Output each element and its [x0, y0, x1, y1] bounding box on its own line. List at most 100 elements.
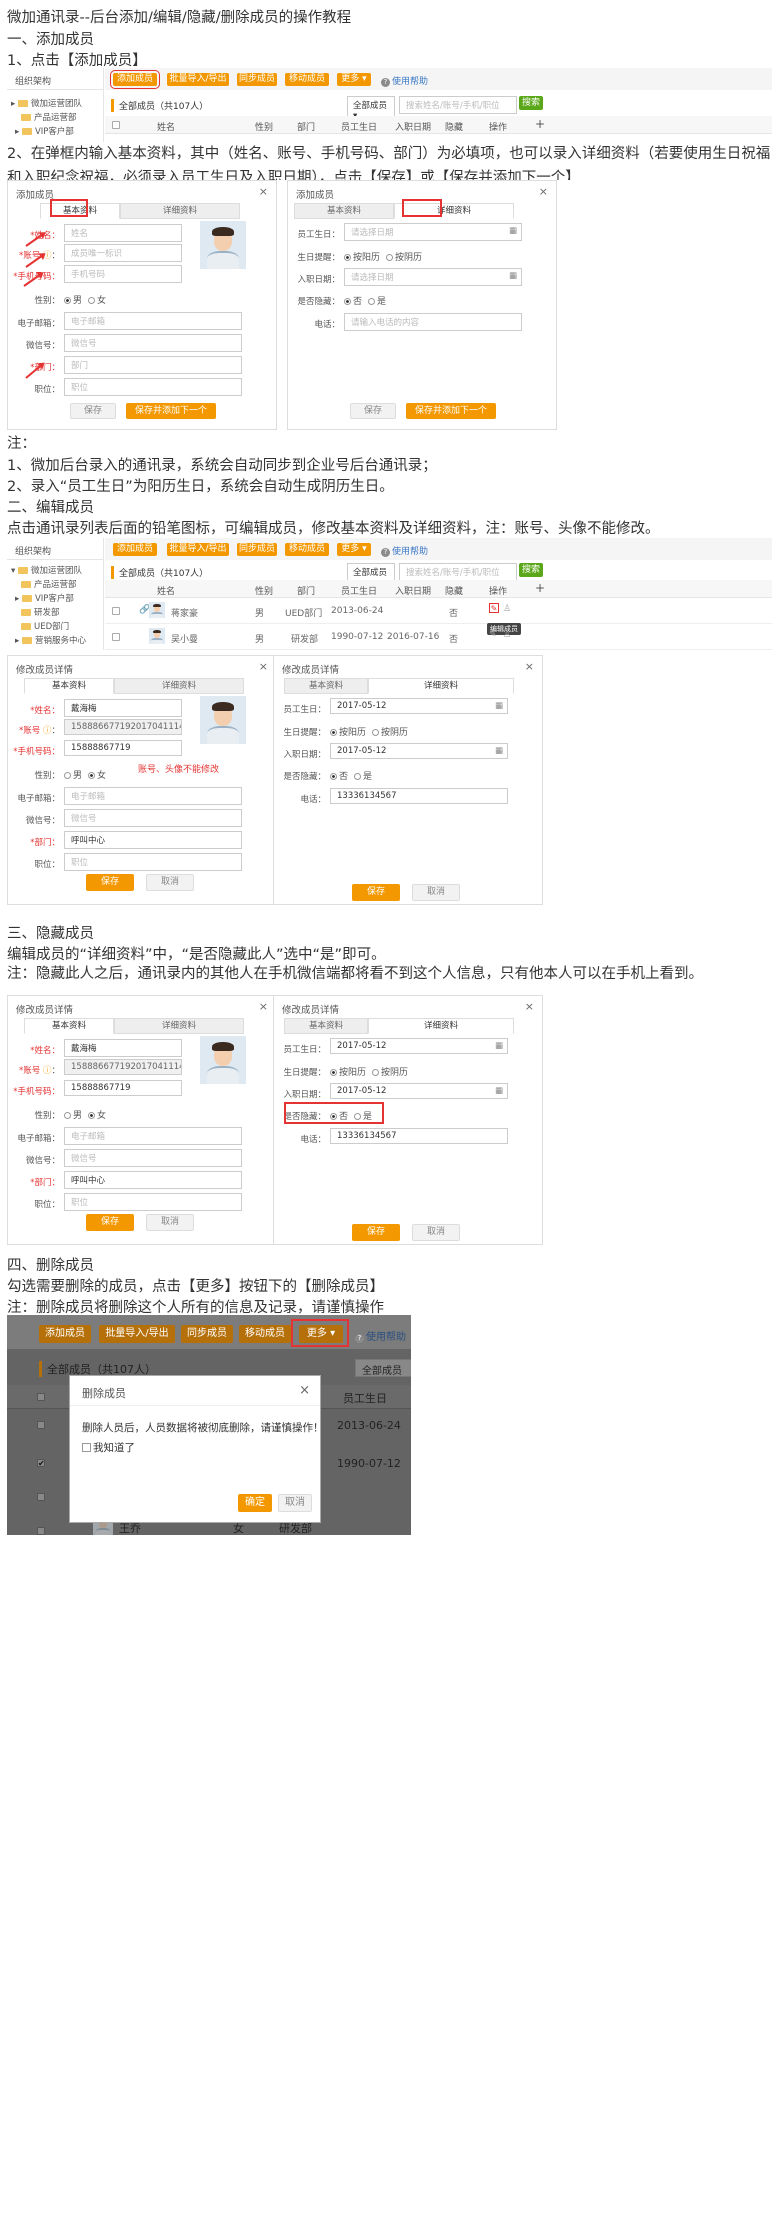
- save-button[interactable]: 保存: [86, 1214, 134, 1231]
- save-button[interactable]: 保存: [352, 884, 400, 901]
- tab-detail[interactable]: 详细资料: [368, 678, 514, 694]
- save-and-next-button[interactable]: 保存并添加下一个: [406, 403, 496, 419]
- table-row[interactable]: 吴小曼 男 研发部 1990-07-12 2016-07-16 否 ✎ ♙: [105, 624, 772, 650]
- user-icon[interactable]: ♙: [503, 604, 511, 614]
- birthday-input[interactable]: 2017-05-12 ▦: [330, 698, 508, 714]
- name-input[interactable]: 戴海梅: [64, 699, 182, 717]
- search-input[interactable]: 搜索姓名/账号/手机/职位: [399, 563, 517, 581]
- cancel-button[interactable]: 取消: [146, 874, 194, 891]
- close-icon[interactable]: ×: [525, 1000, 534, 1013]
- cancel-button[interactable]: 取消: [412, 884, 460, 901]
- row-checkbox[interactable]: [37, 1527, 45, 1535]
- tel-input[interactable]: 13336134567: [330, 788, 508, 804]
- select-all-checkbox[interactable]: [112, 121, 120, 129]
- org-node-ued[interactable]: UED部门: [21, 620, 69, 632]
- save-button[interactable]: 保存: [350, 403, 396, 419]
- tab-basic[interactable]: 基本资料: [24, 1018, 114, 1034]
- email-input[interactable]: 电子邮箱: [64, 1127, 242, 1145]
- add-member-button[interactable]: 添加成员: [110, 70, 160, 89]
- save-button[interactable]: 保存: [352, 1224, 400, 1241]
- tab-basic[interactable]: 基本资料: [284, 1018, 368, 1034]
- row-checkbox[interactable]: [112, 633, 120, 641]
- cancel-button[interactable]: 取消: [278, 1494, 312, 1512]
- import-export-button[interactable]: 批量导入/导出: [99, 1325, 175, 1343]
- birthday-input[interactable]: 2017-05-12 ▦: [330, 1038, 508, 1054]
- phone-input[interactable]: 手机号码: [64, 265, 182, 283]
- close-icon[interactable]: ×: [299, 1383, 310, 1398]
- email-input[interactable]: 电子邮箱: [64, 312, 242, 330]
- acknowledge-checkbox[interactable]: 我知道了: [82, 1440, 135, 1455]
- join-date-input[interactable]: 请选择日期 ▦: [344, 268, 522, 286]
- close-icon[interactable]: ×: [525, 660, 534, 673]
- gender-radio[interactable]: 男女: [58, 1108, 106, 1121]
- wechat-input[interactable]: 微信号: [64, 809, 242, 827]
- import-export-button[interactable]: 批量导入/导出: [167, 73, 229, 86]
- gender-radio[interactable]: 男女: [58, 293, 106, 306]
- org-node-rd[interactable]: 研发部: [21, 606, 60, 618]
- close-icon[interactable]: ×: [259, 660, 268, 673]
- birthday-input[interactable]: 请选择日期 ▦: [344, 223, 522, 241]
- import-export-button[interactable]: 批量导入/导出: [167, 543, 229, 556]
- org-node-product[interactable]: 产品运营部: [21, 111, 77, 123]
- tab-detail[interactable]: 详细资料: [114, 678, 244, 694]
- save-and-next-button[interactable]: 保存并添加下一个: [126, 403, 216, 419]
- confirm-delete-button[interactable]: 确定: [238, 1494, 272, 1512]
- wechat-input[interactable]: 微信号: [64, 1149, 242, 1167]
- position-input[interactable]: 职位: [64, 853, 242, 871]
- phone-input[interactable]: 15888867719: [64, 1080, 182, 1096]
- pencil-icon[interactable]: ✎: [489, 603, 499, 613]
- cancel-button[interactable]: 取消: [412, 1224, 460, 1241]
- row-checkbox-checked[interactable]: ✔: [37, 1459, 45, 1468]
- search-button[interactable]: 搜索: [519, 563, 543, 577]
- tab-basic[interactable]: 基本资料: [24, 678, 114, 694]
- tab-basic[interactable]: 基本资料: [284, 678, 368, 694]
- gender-radio[interactable]: 男女: [58, 768, 106, 781]
- move-members-button[interactable]: 移动成员: [239, 1325, 291, 1343]
- more-button[interactable]: 更多 ▾: [337, 543, 371, 556]
- phone-input[interactable]: 15888867719: [64, 740, 182, 756]
- account-input[interactable]: 成员唯一标识: [64, 244, 182, 262]
- help-link[interactable]: ? 使用帮助: [355, 1328, 406, 1343]
- move-members-button[interactable]: 移动成员: [285, 543, 329, 556]
- help-link[interactable]: ? 使用帮助: [381, 74, 428, 87]
- close-icon[interactable]: ×: [539, 185, 548, 198]
- dept-input[interactable]: 呼叫中心: [64, 1171, 242, 1189]
- dept-input[interactable]: 部门: [64, 356, 242, 374]
- pencil-icon[interactable]: ✎: [489, 630, 497, 640]
- close-icon[interactable]: ×: [259, 185, 268, 198]
- sync-members-button[interactable]: 同步成员: [237, 543, 277, 556]
- tab-detail[interactable]: 详细资料: [114, 1018, 244, 1034]
- tab-detail[interactable]: 详细资料: [120, 203, 240, 219]
- join-date-input[interactable]: 2017-05-12 ▦: [330, 743, 508, 759]
- table-row[interactable]: 🔗 蒋家豪 男 UED部门 2013-06-24 否 ✎ ♙: [105, 598, 772, 624]
- search-button[interactable]: 搜索: [519, 96, 543, 110]
- hidden-radio[interactable]: 否是: [324, 769, 372, 782]
- name-input[interactable]: 姓名: [64, 224, 182, 242]
- help-link[interactable]: ? 使用帮助: [381, 544, 428, 557]
- dept-input[interactable]: 呼叫中心: [64, 831, 242, 849]
- save-button[interactable]: 保存: [70, 403, 116, 419]
- cancel-button[interactable]: 取消: [146, 1214, 194, 1231]
- tab-basic[interactable]: 基本资料: [294, 203, 394, 219]
- sync-members-button[interactable]: 同步成员: [237, 73, 277, 86]
- add-column-icon[interactable]: +: [535, 581, 545, 595]
- save-button[interactable]: 保存: [86, 874, 134, 891]
- org-node-vip[interactable]: ▸ VIP客户部: [15, 125, 74, 137]
- join-date-input[interactable]: 2017-05-12 ▦: [330, 1083, 508, 1099]
- select-all-checkbox[interactable]: [37, 1393, 45, 1401]
- tab-detail[interactable]: 详细资料: [368, 1018, 514, 1034]
- close-icon[interactable]: ×: [259, 1000, 268, 1013]
- position-input[interactable]: 职位: [64, 378, 242, 396]
- more-button[interactable]: 更多 ▾: [337, 73, 371, 86]
- search-input[interactable]: 搜索姓名/账号/手机/职位: [399, 96, 517, 114]
- position-input[interactable]: 职位: [64, 1193, 242, 1211]
- org-node-product[interactable]: 产品运营部: [21, 578, 77, 590]
- email-input[interactable]: 电子邮箱: [64, 787, 242, 805]
- birthday-remind-radio[interactable]: 按阳历 按阴历: [338, 250, 422, 263]
- wechat-input[interactable]: 微信号: [64, 334, 242, 352]
- name-input[interactable]: 戴海梅: [64, 1039, 182, 1057]
- tel-input[interactable]: 13336134567: [330, 1128, 508, 1144]
- org-node-root[interactable]: ▸ 微加运营团队: [11, 97, 82, 109]
- add-member-button[interactable]: 添加成员: [113, 543, 157, 556]
- user-icon[interactable]: ♙: [503, 630, 511, 640]
